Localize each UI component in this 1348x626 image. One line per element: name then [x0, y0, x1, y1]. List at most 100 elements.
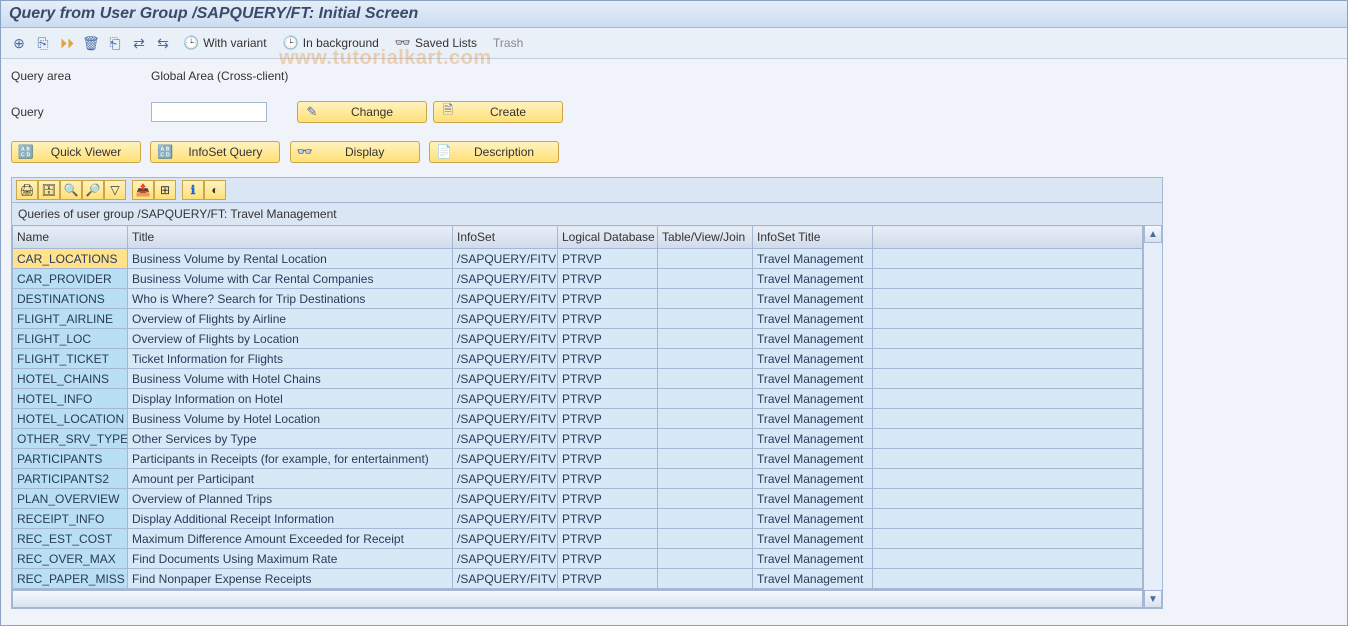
- cell-name[interactable]: CAR_PROVIDER: [13, 269, 128, 289]
- cell-name[interactable]: REC_EST_COST: [13, 529, 128, 549]
- cell-tvj[interactable]: [658, 369, 753, 389]
- trash-button[interactable]: Trash: [487, 32, 529, 54]
- cell-title[interactable]: Who is Where? Search for Trip Destinatio…: [128, 289, 453, 309]
- cell-tvj[interactable]: [658, 289, 753, 309]
- print-icon[interactable]: 🖨: [16, 180, 38, 200]
- cell-name[interactable]: FLIGHT_TICKET: [13, 349, 128, 369]
- cell-infoset[interactable]: /SAPQUERY/FITV: [453, 329, 558, 349]
- col-tvj[interactable]: Table/View/Join: [658, 226, 753, 249]
- table-row[interactable]: HOTEL_LOCATIONBusiness Volume by Hotel L…: [13, 409, 1143, 429]
- delete-icon[interactable]: 🗑: [81, 33, 101, 53]
- cell-infoset[interactable]: /SAPQUERY/FITV: [453, 249, 558, 269]
- cell-tvj[interactable]: [658, 409, 753, 429]
- col-title[interactable]: Title: [128, 226, 453, 249]
- table-row[interactable]: OTHER_SRV_TYPEOther Services by Type/SAP…: [13, 429, 1143, 449]
- cell-tvj[interactable]: [658, 329, 753, 349]
- cell-ititle[interactable]: Travel Management: [753, 489, 873, 509]
- table-row[interactable]: CAR_LOCATIONSBusiness Volume by Rental L…: [13, 249, 1143, 269]
- col-ldb[interactable]: Logical Database: [558, 226, 658, 249]
- cell-tvj[interactable]: [658, 269, 753, 289]
- cell-infoset[interactable]: /SAPQUERY/FITV: [453, 569, 558, 589]
- in-background-button[interactable]: 🕒In background: [277, 32, 385, 54]
- horizontal-scrollbar[interactable]: [12, 589, 1143, 608]
- cell-infoset[interactable]: /SAPQUERY/FITV: [453, 289, 558, 309]
- copy-icon[interactable]: ⎗: [105, 33, 125, 53]
- with-variant-button[interactable]: 🕒With variant: [177, 32, 273, 54]
- col-name[interactable]: Name: [13, 226, 128, 249]
- create-button[interactable]: 🗎Create: [433, 101, 563, 123]
- cell-ldb[interactable]: PTRVP: [558, 289, 658, 309]
- cell-tvj[interactable]: [658, 389, 753, 409]
- table-row[interactable]: PARTICIPANTSParticipants in Receipts (fo…: [13, 449, 1143, 469]
- scroll-down-icon[interactable]: ▼: [1144, 590, 1162, 608]
- cell-name[interactable]: FLIGHT_AIRLINE: [13, 309, 128, 329]
- cell-title[interactable]: Other Services by Type: [128, 429, 453, 449]
- table-row[interactable]: CAR_PROVIDERBusiness Volume with Car Ren…: [13, 269, 1143, 289]
- cell-name[interactable]: REC_PAPER_MISS: [13, 569, 128, 589]
- cell-name[interactable]: CAR_LOCATIONS: [13, 249, 128, 269]
- cell-ldb[interactable]: PTRVP: [558, 409, 658, 429]
- cell-infoset[interactable]: /SAPQUERY/FITV: [453, 449, 558, 469]
- cell-ititle[interactable]: Travel Management: [753, 289, 873, 309]
- filter-icon[interactable]: 🗄: [38, 180, 60, 200]
- table-row[interactable]: PARTICIPANTS2Amount per Participant/SAPQ…: [13, 469, 1143, 489]
- table-row[interactable]: HOTEL_INFODisplay Information on Hotel/S…: [13, 389, 1143, 409]
- execute-icon[interactable]: ⊕: [9, 33, 29, 53]
- cell-ldb[interactable]: PTRVP: [558, 489, 658, 509]
- rename-icon[interactable]: ⇄: [129, 33, 149, 53]
- execute-variant-icon[interactable]: ⏵⏵: [57, 33, 77, 53]
- cell-infoset[interactable]: /SAPQUERY/FITV: [453, 269, 558, 289]
- cell-tvj[interactable]: [658, 429, 753, 449]
- cell-title[interactable]: Business Volume by Rental Location: [128, 249, 453, 269]
- cell-title[interactable]: Business Volume by Hotel Location: [128, 409, 453, 429]
- cell-name[interactable]: HOTEL_INFO: [13, 389, 128, 409]
- cell-title[interactable]: Business Volume with Car Rental Companie…: [128, 269, 453, 289]
- cell-tvj[interactable]: [658, 349, 753, 369]
- cell-ldb[interactable]: PTRVP: [558, 369, 658, 389]
- cell-ititle[interactable]: Travel Management: [753, 369, 873, 389]
- cell-ititle[interactable]: Travel Management: [753, 349, 873, 369]
- description-button[interactable]: 📄Description: [429, 141, 559, 163]
- table-row[interactable]: PLAN_OVERVIEWOverview of Planned Trips/S…: [13, 489, 1143, 509]
- cell-title[interactable]: Amount per Participant: [128, 469, 453, 489]
- cell-name[interactable]: DESTINATIONS: [13, 289, 128, 309]
- cell-infoset[interactable]: /SAPQUERY/FITV: [453, 429, 558, 449]
- cell-ldb[interactable]: PTRVP: [558, 469, 658, 489]
- cell-ititle[interactable]: Travel Management: [753, 429, 873, 449]
- scroll-up-icon[interactable]: ▲: [1144, 225, 1162, 243]
- cell-ldb[interactable]: PTRVP: [558, 549, 658, 569]
- table-row[interactable]: FLIGHT_LOCOverview of Flights by Locatio…: [13, 329, 1143, 349]
- change-button[interactable]: ✎Change: [297, 101, 427, 123]
- quick-viewer-button[interactable]: 🔠Quick Viewer: [11, 141, 141, 163]
- cell-ititle[interactable]: Travel Management: [753, 249, 873, 269]
- cell-name[interactable]: HOTEL_CHAINS: [13, 369, 128, 389]
- cell-infoset[interactable]: /SAPQUERY/FITV: [453, 409, 558, 429]
- table-row[interactable]: REC_EST_COSTMaximum Difference Amount Ex…: [13, 529, 1143, 549]
- table-row[interactable]: REC_PAPER_MISSFind Nonpaper Expense Rece…: [13, 569, 1143, 589]
- cell-tvj[interactable]: [658, 569, 753, 589]
- find-next-icon[interactable]: 🔎: [82, 180, 104, 200]
- cell-name[interactable]: PLAN_OVERVIEW: [13, 489, 128, 509]
- cell-ititle[interactable]: Travel Management: [753, 449, 873, 469]
- table-row[interactable]: HOTEL_CHAINSBusiness Volume with Hotel C…: [13, 369, 1143, 389]
- cell-ititle[interactable]: Travel Management: [753, 569, 873, 589]
- cell-ititle[interactable]: Travel Management: [753, 309, 873, 329]
- table-row[interactable]: FLIGHT_AIRLINEOverview of Flights by Air…: [13, 309, 1143, 329]
- infoset-query-button[interactable]: 🔠InfoSet Query: [150, 141, 280, 163]
- cell-ldb[interactable]: PTRVP: [558, 269, 658, 289]
- col-ititle[interactable]: InfoSet Title: [753, 226, 873, 249]
- cell-infoset[interactable]: /SAPQUERY/FITV: [453, 509, 558, 529]
- table-row[interactable]: RECEIPT_INFODisplay Additional Receipt I…: [13, 509, 1143, 529]
- cell-title[interactable]: Find Documents Using Maximum Rate: [128, 549, 453, 569]
- cell-title[interactable]: Display Additional Receipt Information: [128, 509, 453, 529]
- table-row[interactable]: DESTINATIONSWho is Where? Search for Tri…: [13, 289, 1143, 309]
- cell-title[interactable]: Participants in Receipts (for example, f…: [128, 449, 453, 469]
- execute-print-icon[interactable]: ⎘: [33, 33, 53, 53]
- cell-infoset[interactable]: /SAPQUERY/FITV: [453, 489, 558, 509]
- cell-name[interactable]: FLIGHT_LOC: [13, 329, 128, 349]
- cell-ldb[interactable]: PTRVP: [558, 389, 658, 409]
- display-button[interactable]: 👓Display: [290, 141, 420, 163]
- cell-ititle[interactable]: Travel Management: [753, 509, 873, 529]
- cell-ldb[interactable]: PTRVP: [558, 309, 658, 329]
- vertical-scrollbar[interactable]: ▲ ▼: [1143, 225, 1162, 608]
